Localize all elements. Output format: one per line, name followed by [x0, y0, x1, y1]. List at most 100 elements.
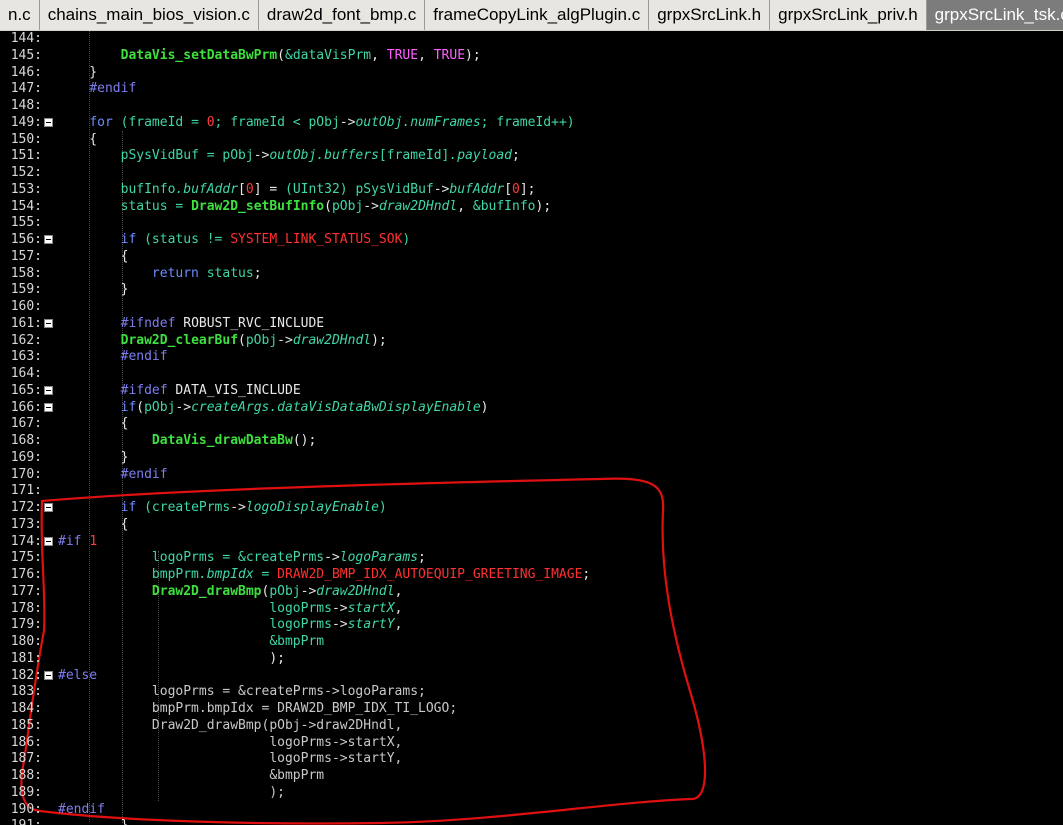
code-text: }: [58, 64, 98, 80]
tab-1[interactable]: chains_main_bios_vision.c: [39, 0, 259, 30]
code-line[interactable]: 188: &bmpPrm: [0, 768, 1063, 785]
line-number: 175:: [10, 550, 42, 566]
fold-collapse-icon[interactable]: [44, 385, 53, 395]
code-line[interactable]: 147: #endif: [0, 81, 1063, 98]
line-number: 189:: [10, 784, 42, 800]
code-line[interactable]: 163: #endif: [0, 349, 1063, 366]
code-text: return status;: [151, 265, 262, 281]
code-line[interactable]: 177: Draw2D_drawBmp(pObj->draw2DHndl,: [0, 584, 1063, 601]
code-line[interactable]: 174: #if 1: [0, 534, 1063, 551]
code-line[interactable]: 159: }: [0, 282, 1063, 299]
line-number: 171:: [10, 483, 42, 499]
code-line[interactable]: 191: }: [0, 818, 1063, 825]
tab-6[interactable]: grpxSrcLink_tsk.c: [926, 0, 1063, 30]
tab-bar: n.c chains_main_bios_vision.c draw2d_font_…: [0, 0, 1063, 32]
code-text: if(pObj->createArgs.dataVisDataBwDisplay…: [120, 399, 489, 415]
code-line[interactable]: 189: );: [0, 785, 1063, 802]
code-line[interactable]: 154: status = Draw2D_setBufInfo(pObj->dr…: [0, 199, 1063, 216]
code-text: bmpPrm.bmpIdx = DRAW2D_BMP_IDX_TI_LOGO;: [151, 701, 458, 716]
code-line[interactable]: 184: bmpPrm.bmpIdx = DRAW2D_BMP_IDX_TI_L…: [0, 701, 1063, 718]
code-line[interactable]: 156: if (status != SYSTEM_LINK_STATUS_SO…: [0, 232, 1063, 249]
code-editor[interactable]: 144: 145: DataVis_setDataBwPrm(&dataVisPr…: [0, 31, 1063, 825]
line-number: 178:: [10, 600, 42, 616]
code-line[interactable]: 165: #ifdef DATA_VIS_INCLUDE: [0, 383, 1063, 400]
code-line[interactable]: 144:: [0, 31, 1063, 48]
fold-collapse-icon[interactable]: [44, 117, 53, 127]
fold-collapse-icon[interactable]: [44, 536, 53, 546]
code-line[interactable]: 190: #endif: [0, 802, 1063, 819]
code-line[interactable]: 181: );: [0, 651, 1063, 668]
code-line[interactable]: 167: {: [0, 416, 1063, 433]
code-line[interactable]: 150: {: [0, 132, 1063, 149]
code-line[interactable]: 164:: [0, 366, 1063, 383]
line-number: 158:: [10, 265, 42, 281]
code-text: &bmpPrm: [269, 634, 325, 649]
code-line[interactable]: 172: if (createPrms->logoDisplayEnable): [0, 500, 1063, 517]
fold-collapse-icon[interactable]: [44, 318, 53, 328]
code-line[interactable]: 166: if(pObj->createArgs.dataVisDataBwDi…: [0, 400, 1063, 417]
code-line[interactable]: 179: logoPrms->startY,: [0, 617, 1063, 634]
code-line[interactable]: 151: pSysVidBuf = pObj->outObj.buffers[f…: [0, 148, 1063, 165]
fold-collapse-icon[interactable]: [44, 402, 53, 412]
code-line[interactable]: 187: logoPrms->startY,: [0, 751, 1063, 768]
code-text: Draw2D_drawBmp(pObj->draw2DHndl,: [151, 717, 403, 733]
code-text: status = Draw2D_setBufInfo(pObj->draw2DH…: [120, 198, 552, 214]
tab-2[interactable]: draw2d_font_bmp.c: [258, 0, 426, 30]
fold-collapse-icon[interactable]: [44, 503, 53, 512]
code-line[interactable]: 178: logoPrms->startX,: [0, 601, 1063, 618]
line-number: 156:: [10, 232, 42, 247]
line-number: 149:: [10, 114, 42, 130]
code-text: {: [58, 516, 129, 532]
code-line[interactable]: 158: return status;: [0, 266, 1063, 283]
line-number: 150:: [10, 131, 42, 147]
tab-3[interactable]: frameCopyLink_algPlugin.c: [425, 0, 650, 30]
code-text: if (status != SYSTEM_LINK_STATUS_SOK): [120, 232, 411, 247]
code-text: {: [58, 248, 129, 264]
code-text: bmpPrm.bmpIdx = DRAW2D_BMP_IDX_AUTOEQUIP…: [151, 567, 591, 582]
code-line[interactable]: 146: }: [0, 65, 1063, 82]
code-line[interactable]: 171:: [0, 483, 1063, 500]
line-number: 188:: [10, 768, 42, 783]
code-line[interactable]: 173: {: [0, 517, 1063, 534]
code-line[interactable]: 176: bmpPrm.bmpIdx = DRAW2D_BMP_IDX_AUTO…: [0, 567, 1063, 584]
code-line[interactable]: 170: #endif: [0, 467, 1063, 484]
code-line[interactable]: 180: &bmpPrm: [0, 634, 1063, 651]
code-line[interactable]: 183: logoPrms = &createPrms->logoParams;: [0, 684, 1063, 701]
code-line[interactable]: 162: Draw2D_clearBuf(pObj->draw2DHndl);: [0, 333, 1063, 350]
code-line[interactable]: 145: DataVis_setDataBwPrm(&dataVisPrm, T…: [0, 48, 1063, 65]
code-line[interactable]: 186: logoPrms->startX,: [0, 735, 1063, 752]
line-number: 151:: [10, 148, 42, 164]
line-number: 162:: [10, 332, 42, 348]
tab-0[interactable]: n.c: [0, 0, 40, 30]
code-line[interactable]: 161: #ifndef ROBUST_RVC_INCLUDE: [0, 316, 1063, 333]
tab-5[interactable]: grpxSrcLink_priv.h: [770, 0, 927, 30]
code-text: );: [58, 650, 285, 666]
code-text: {: [58, 416, 129, 432]
code-text: Draw2D_clearBuf(pObj->draw2DHndl);: [120, 332, 387, 348]
code-line[interactable]: 157: {: [0, 249, 1063, 266]
code-line[interactable]: 153: bufInfo.bufAddr[0] = (UInt32) pSysV…: [0, 182, 1063, 199]
code-line[interactable]: 185: Draw2D_drawBmp(pObj->draw2DHndl,: [0, 718, 1063, 735]
fold-collapse-icon[interactable]: [44, 670, 53, 680]
code-text: }: [58, 282, 129, 298]
code-line[interactable]: 175: logoPrms = &createPrms->logoParams;: [0, 550, 1063, 567]
code-line[interactable]: 169: }: [0, 450, 1063, 467]
line-number: 185:: [10, 717, 42, 733]
code-line[interactable]: 149: for (frameId = 0; frameId < pObj->o…: [0, 115, 1063, 132]
fold-collapse-icon[interactable]: [44, 235, 53, 244]
line-number: 166:: [10, 399, 42, 415]
line-number: 165:: [10, 382, 42, 398]
code-line[interactable]: 160:: [0, 299, 1063, 316]
line-number: 163:: [10, 349, 42, 365]
code-text: #ifndef ROBUST_RVC_INCLUDE: [120, 315, 325, 331]
code-text: DataVis_setDataBwPrm(&dataVisPrm, TRUE, …: [120, 47, 481, 63]
code-line[interactable]: 152:: [0, 165, 1063, 182]
code-line[interactable]: 182: #else: [0, 668, 1063, 685]
tab-4[interactable]: grpxSrcLink.h: [649, 0, 771, 30]
code-line[interactable]: 148:: [0, 98, 1063, 115]
code-text: {: [58, 131, 98, 147]
code-line[interactable]: 155:: [0, 215, 1063, 232]
code-line[interactable]: 168: DataVis_drawDataBw();: [0, 433, 1063, 450]
line-number: 170:: [10, 466, 42, 482]
line-number: 167:: [10, 416, 42, 432]
